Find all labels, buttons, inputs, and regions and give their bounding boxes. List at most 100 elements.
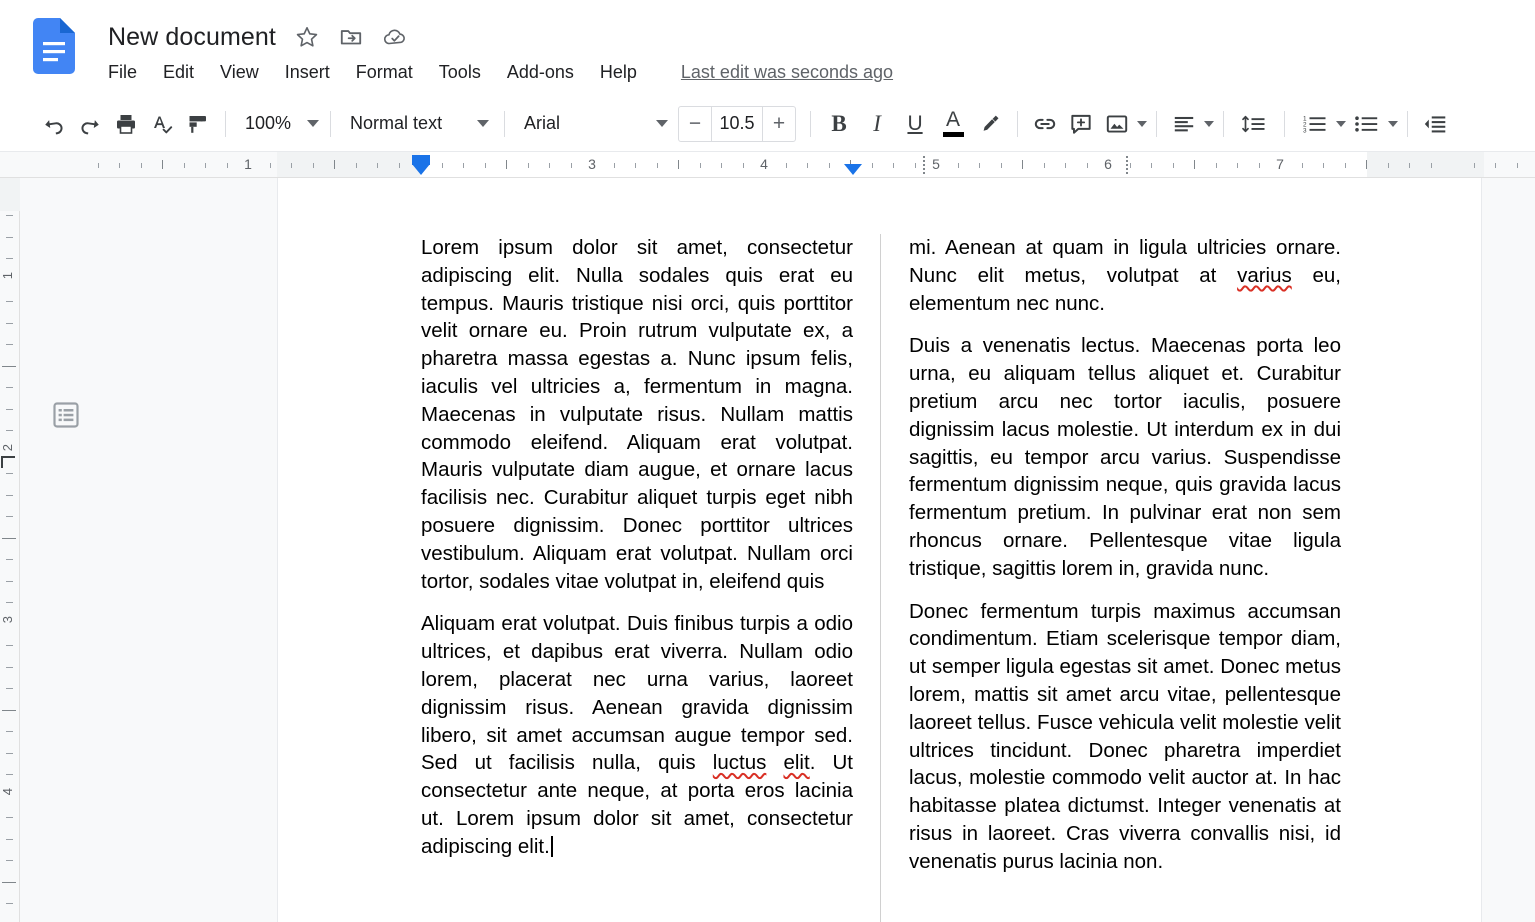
ruler-tick xyxy=(807,163,808,168)
first-line-indent-marker[interactable] xyxy=(412,155,430,165)
numbered-list-button[interactable]: 123 xyxy=(1294,106,1334,142)
text-column-right[interactable]: mi. Aenean at quam in ligula ultricies o… xyxy=(909,234,1341,922)
paragraph[interactable]: Aliquam erat volutpat. Duis finibus turp… xyxy=(421,610,853,860)
ruler-tick xyxy=(226,163,228,168)
paint-format-button[interactable] xyxy=(180,106,216,142)
ruler-tick xyxy=(678,160,679,169)
vertical-ruler-tick xyxy=(6,580,13,582)
ruler-tick xyxy=(1409,163,1410,168)
ruler-margin-area xyxy=(1367,152,1484,177)
undo-button[interactable] xyxy=(36,106,72,142)
vertical-ruler[interactable]: 1 2 3 4 xyxy=(0,178,20,922)
left-indent-marker[interactable] xyxy=(412,164,430,175)
zoom-value: 100% xyxy=(245,113,292,133)
paragraph-style-selector[interactable]: Normal text xyxy=(340,107,495,141)
menu-item-tools[interactable]: Tools xyxy=(426,59,494,85)
text-column-left[interactable]: Lorem ipsum dolor sit amet, consectetur … xyxy=(421,234,853,922)
ruler-tick xyxy=(828,163,830,168)
star-icon[interactable] xyxy=(294,24,320,50)
ruler-tick xyxy=(914,163,916,168)
numbered-list-control[interactable]: 123 xyxy=(1294,106,1347,142)
bulleted-list-control[interactable] xyxy=(1346,106,1399,142)
vertical-ruler-tick xyxy=(6,774,13,776)
ruler-tick xyxy=(183,163,185,168)
move-to-folder-icon[interactable] xyxy=(338,24,364,50)
insert-image-control[interactable] xyxy=(1099,106,1148,142)
column-margin-marker[interactable] xyxy=(1124,155,1130,175)
paragraph[interactable]: Duis a venenatis lectus. Maecenas porta … xyxy=(909,332,1341,582)
ruler-tick xyxy=(1237,163,1238,168)
decrease-indent-icon xyxy=(1424,115,1446,132)
ruler-tick xyxy=(1172,163,1174,168)
add-comment-button[interactable] xyxy=(1063,106,1099,142)
font-size-input[interactable]: 10.5 xyxy=(711,106,764,141)
cloud-saved-icon[interactable] xyxy=(382,24,408,50)
menu-item-edit[interactable]: Edit xyxy=(150,59,207,85)
paragraph[interactable]: Lorem ipsum dolor sit amet, consectetur … xyxy=(421,234,853,595)
menu-item-file[interactable]: File xyxy=(108,59,150,85)
font-size-increase-button[interactable]: + xyxy=(763,107,795,141)
bold-button[interactable]: B xyxy=(820,105,858,143)
insert-image-button[interactable] xyxy=(1099,106,1135,142)
misspelled-word: varius xyxy=(1237,263,1292,287)
ruler-tick xyxy=(119,163,120,168)
redo-button[interactable] xyxy=(72,106,108,142)
print-button[interactable] xyxy=(108,106,144,142)
align-control[interactable] xyxy=(1166,106,1215,142)
text-color-label: A xyxy=(946,108,961,131)
line-spacing-button[interactable] xyxy=(1233,106,1275,142)
top-margin-marker[interactable] xyxy=(1,455,15,468)
insert-link-button[interactable] xyxy=(1027,106,1063,142)
ruler-tick xyxy=(1129,163,1131,168)
document-outline-button[interactable] xyxy=(51,400,81,430)
ruler-tick xyxy=(1258,163,1260,168)
spellcheck-button[interactable] xyxy=(144,106,180,142)
ruler-tick xyxy=(871,163,873,168)
menu-item-help[interactable]: Help xyxy=(587,59,650,85)
ruler-tick xyxy=(656,163,658,168)
misspelled-word: elit xyxy=(783,751,810,775)
redo-icon xyxy=(81,119,99,134)
italic-button[interactable]: I xyxy=(858,105,896,143)
chevron-down-icon[interactable] xyxy=(1388,120,1399,127)
paragraph[interactable]: mi. Aenean at quam in ligula ultricies o… xyxy=(909,234,1341,317)
horizontal-ruler[interactable]: 1234567 xyxy=(0,152,1535,178)
ruler-tick xyxy=(334,160,335,169)
formatting-toolbar: 100% Normal text Arial − 10.5 + B I U A xyxy=(0,96,1535,152)
google-docs-logo[interactable] xyxy=(33,18,75,74)
ruler-tick xyxy=(1043,163,1045,168)
font-family-selector[interactable]: Arial xyxy=(514,107,674,141)
right-indent-marker[interactable] xyxy=(844,164,862,175)
last-edit-status[interactable]: Last edit was seconds ago xyxy=(681,62,893,83)
chevron-down-icon[interactable] xyxy=(1336,120,1347,127)
align-button[interactable] xyxy=(1166,106,1202,142)
menu-item-view[interactable]: View xyxy=(207,59,272,85)
ruler-number: 1 xyxy=(244,156,252,172)
ruler-tick xyxy=(1387,163,1389,168)
toolbar-divider xyxy=(1407,110,1409,137)
chevron-down-icon xyxy=(307,120,320,127)
paragraph[interactable]: Donec fermentum turpis maximus accumsan … xyxy=(909,598,1341,876)
document-page[interactable]: Lorem ipsum dolor sit amet, consectetur … xyxy=(277,178,1482,922)
column-margin-marker[interactable] xyxy=(921,155,927,175)
font-size-decrease-button[interactable]: − xyxy=(679,107,711,141)
menu-item-format[interactable]: Format xyxy=(343,59,426,85)
ruler-tick xyxy=(1194,160,1195,169)
zoom-selector[interactable]: 100% xyxy=(235,107,321,141)
menu-item-add-ons[interactable]: Add-ons xyxy=(494,59,587,85)
ruler-tick xyxy=(613,163,615,168)
ruler-tick xyxy=(162,160,163,169)
document-workspace: 1 2 3 4 Lorem ipsum dolor sit amet, consect… xyxy=(0,178,1535,922)
chevron-down-icon[interactable] xyxy=(1137,120,1148,127)
bulleted-list-button[interactable] xyxy=(1346,106,1386,142)
chevron-down-icon[interactable] xyxy=(1204,120,1215,127)
vertical-ruler-tick xyxy=(6,387,13,389)
page-title[interactable]: New document xyxy=(108,23,276,52)
menu-item-insert[interactable]: Insert xyxy=(272,59,343,85)
ruler-tick xyxy=(1022,160,1023,169)
align-justify-icon xyxy=(1174,116,1194,131)
text-color-button[interactable]: A xyxy=(934,105,972,143)
underline-button[interactable]: U xyxy=(896,105,934,143)
highlight-color-button[interactable] xyxy=(972,106,1008,142)
decrease-indent-button[interactable] xyxy=(1417,106,1453,142)
